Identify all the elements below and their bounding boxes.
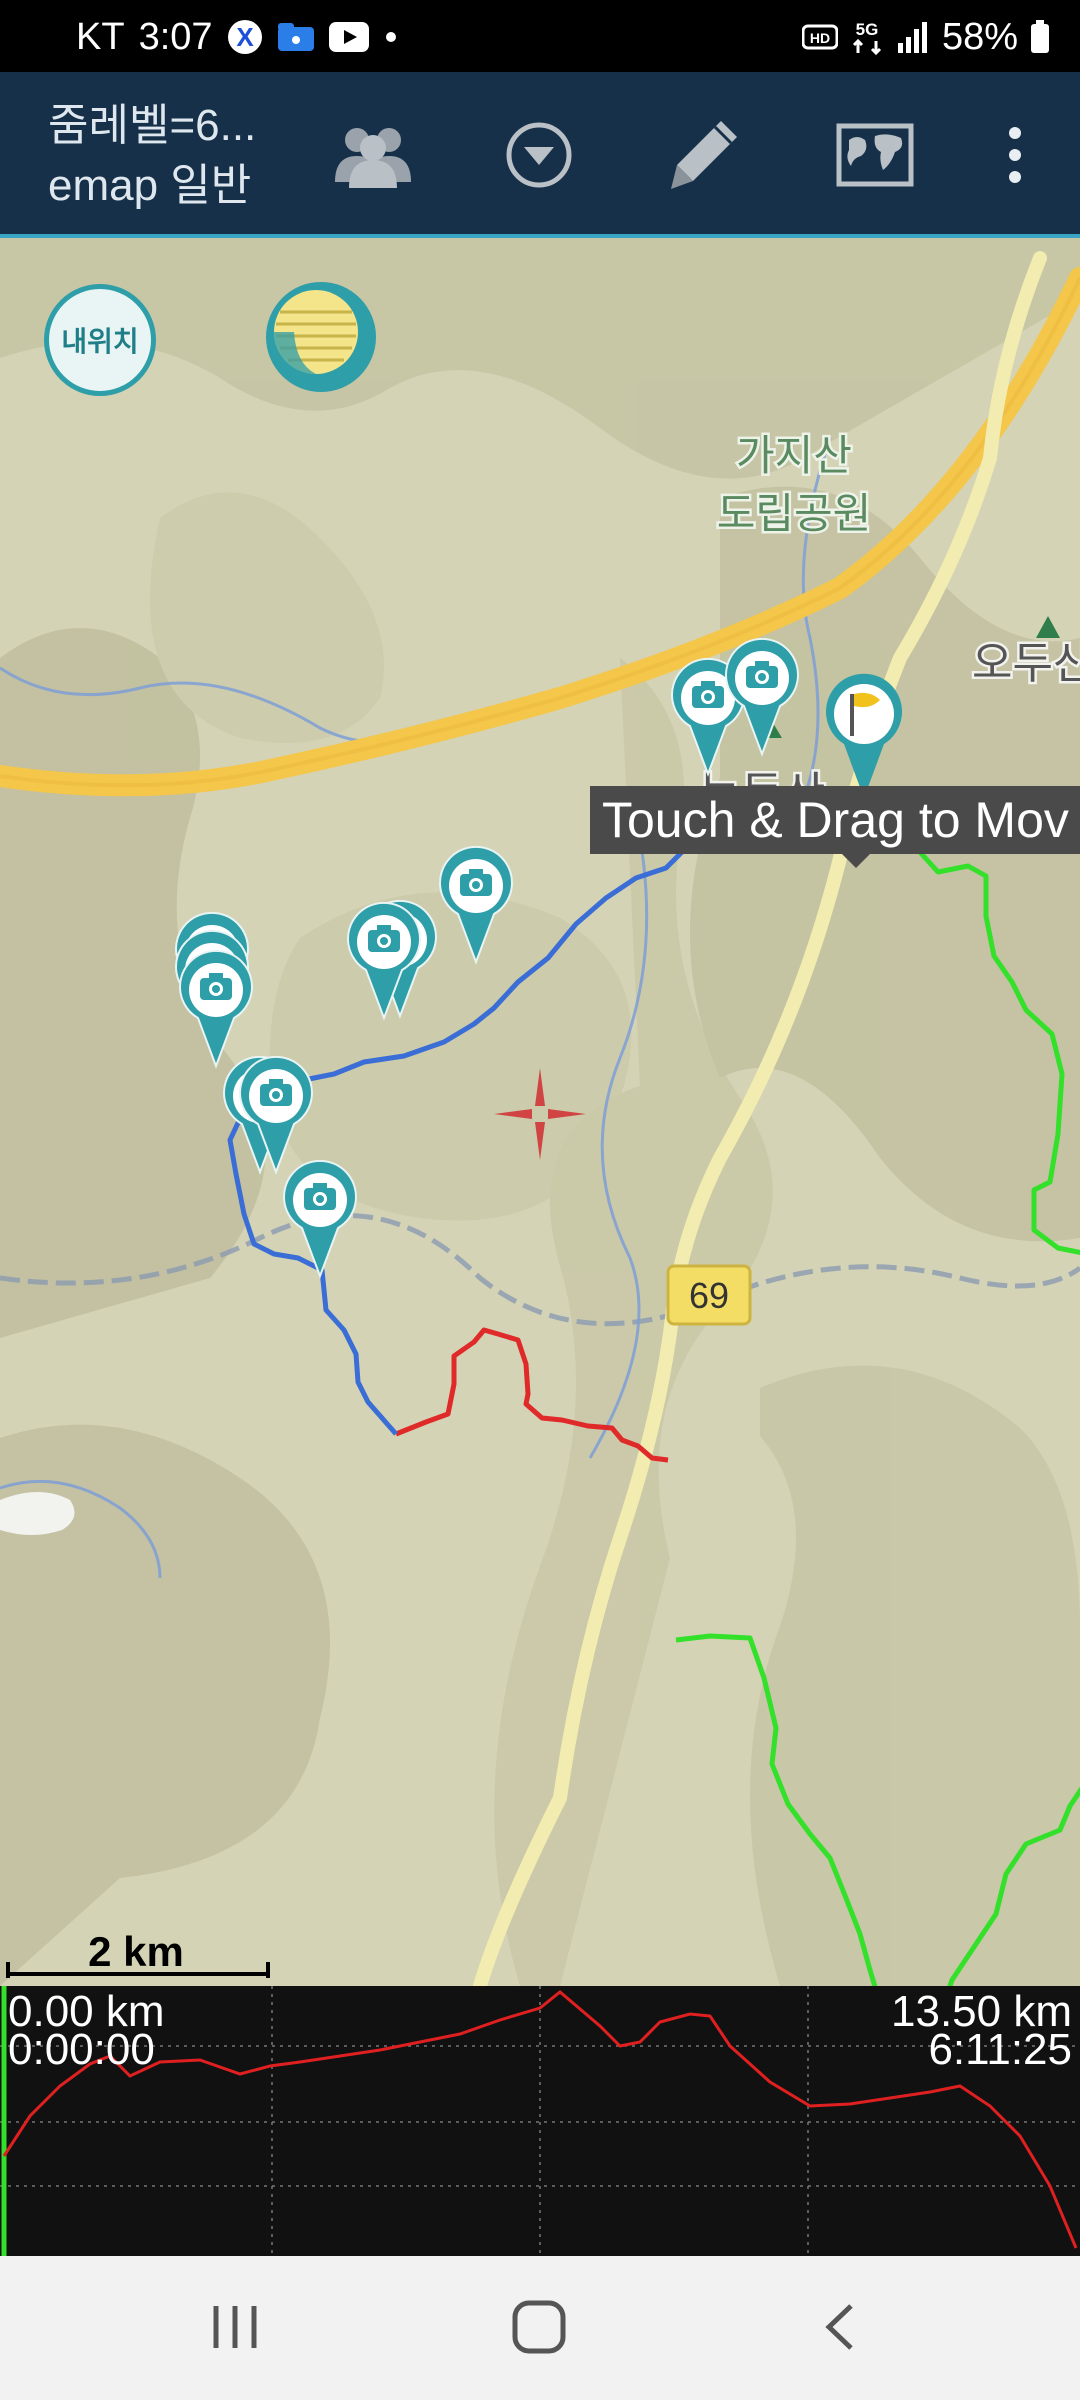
battery-icon	[1030, 20, 1050, 54]
recents-icon	[213, 2306, 257, 2348]
status-bar: KT 3:07 X HD 5G 58%	[0, 0, 1080, 72]
svg-text:HD: HD	[810, 30, 830, 46]
overflow-menu-button[interactable]	[970, 110, 1060, 200]
reservoir	[0, 1492, 75, 1535]
hd-voice-icon: HD	[801, 23, 838, 51]
park-name-label: 가지산	[736, 431, 852, 480]
layer-toggle-button[interactable]	[266, 282, 376, 392]
carrier-label: KT	[76, 16, 125, 58]
back-icon	[825, 2304, 853, 2350]
people-button[interactable]	[328, 110, 418, 200]
recents-button[interactable]	[180, 2282, 290, 2372]
app-x-icon: X	[227, 19, 263, 55]
people-icon	[335, 128, 411, 188]
my-location-label: 내위치	[61, 325, 139, 358]
start-time: 0:00:00	[8, 2025, 155, 2074]
map-view[interactable]: 가지산 도립공원 능동산 오두산 69 2 km 내위치	[0, 238, 1080, 1986]
peak-marker-icon	[1036, 616, 1060, 638]
map-select-button[interactable]	[830, 110, 920, 200]
network-5g-icon: 5G	[850, 19, 884, 55]
map-canvas[interactable]: 가지산 도립공원 능동산 오두산 69 2 km	[0, 238, 1080, 1986]
clock: 3:07	[138, 16, 213, 58]
back-button[interactable]	[786, 2282, 896, 2372]
home-button[interactable]	[484, 2282, 594, 2372]
end-time: 6:11:25	[928, 2025, 1072, 2074]
terrain-shading	[0, 238, 1080, 1986]
signal-icon	[896, 21, 930, 53]
svg-text:5G: 5G	[856, 20, 879, 39]
zoom-level-label: 줌레벨=6...	[48, 101, 257, 150]
svg-text:X: X	[236, 22, 254, 52]
my-location-button[interactable]: 내위치	[44, 284, 156, 396]
notification-dot-icon	[383, 29, 399, 45]
more-vert-icon	[1009, 127, 1021, 183]
folder-icon	[277, 21, 315, 53]
battery-percent: 58%	[941, 16, 1018, 58]
status-left: KT 3:07 X	[76, 18, 399, 56]
home-icon	[512, 2300, 566, 2354]
map-type-label: emap 일반	[48, 161, 252, 210]
drag-hint-tooltip: Touch & Drag to Mov	[590, 786, 1080, 868]
place-name-label: 오두산	[972, 638, 1080, 689]
scale-label: 2 km	[88, 1928, 184, 1975]
toolbar-title[interactable]: 줌레벨=6... emap 일반	[48, 96, 256, 216]
world-map-icon	[836, 123, 914, 187]
dropdown-circle-icon	[506, 122, 572, 188]
app-toolbar: 줌레벨=6... emap 일반	[0, 72, 1080, 238]
edit-button[interactable]	[660, 110, 750, 200]
youtube-icon	[328, 22, 369, 52]
pencil-icon	[671, 121, 737, 189]
route-number-label: 69	[689, 1275, 729, 1316]
system-nav-bar	[0, 2256, 1080, 2400]
park-name-label-2: 도립공원	[717, 489, 872, 538]
dropdown-button[interactable]	[494, 110, 584, 200]
elevation-profile[interactable]: 0.00 km 0:00:00 13.50 km 6:11:25	[0, 1986, 1080, 2256]
layer-icon	[274, 290, 358, 374]
status-right: HD 5G 58%	[801, 16, 1050, 58]
